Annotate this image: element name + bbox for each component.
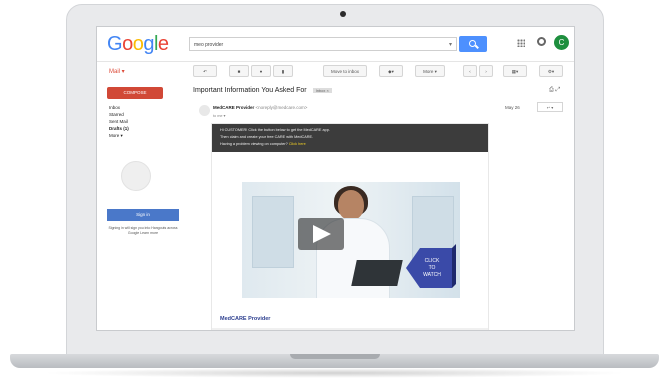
doctor-laptop (351, 260, 403, 286)
sidebar-item-more[interactable]: More ▾ (109, 133, 123, 139)
logo-letter: G (107, 33, 123, 55)
brand-footer: MedCARE Provider (220, 316, 271, 322)
notifications-icon[interactable] (537, 37, 546, 46)
laptop-screen: Google meo provider ▾ C Mail ▾ ↶ ■ ● ▮ M… (96, 26, 575, 331)
chevron-down-icon[interactable]: ▾ (449, 38, 452, 52)
next-button[interactable]: › (479, 65, 493, 77)
search-value: meo provider (194, 42, 224, 48)
avatar[interactable]: C (554, 35, 569, 50)
hangouts-avatar (121, 161, 151, 191)
cta-label: WATCH (423, 272, 441, 278)
sidebar-item-sent[interactable]: Sent Mail (109, 119, 128, 124)
email-body: Hi CUSTOMER! Click the button below to g… (211, 123, 489, 330)
logo-letter: g (143, 33, 154, 55)
sender-line: MedCARE Provider <noreply@medcare.com> (213, 105, 307, 110)
camera-icon (340, 11, 346, 17)
doctor-face (338, 190, 364, 220)
email-banner: Hi CUSTOMER! Click the button below to g… (212, 124, 488, 152)
google-logo[interactable]: Google (107, 33, 169, 56)
logo-letter: e (157, 33, 169, 55)
move-to-inbox-button[interactable]: Move to inbox (323, 65, 367, 77)
reply-button[interactable]: ↩ ▾ (537, 102, 563, 112)
sender-avatar (199, 105, 210, 116)
delete-button[interactable]: ● (251, 65, 271, 77)
search-button[interactable] (459, 36, 487, 52)
play-icon (313, 225, 331, 243)
signin-button[interactable]: Sign in (107, 209, 179, 221)
print-icon[interactable]: ⎙ ⤢ (549, 87, 560, 94)
sidebar-item-drafts[interactable]: Drafts (1) (109, 126, 129, 131)
banner-line: Then claim and create your free CARE wit… (220, 135, 314, 139)
cta-label: CLICK (425, 258, 440, 264)
email-subject: Important Information You Asked For Inbo… (193, 87, 332, 94)
prev-button[interactable]: ‹ (463, 65, 477, 77)
settings-button[interactable]: ⚙▾ (539, 65, 563, 77)
compose-button[interactable]: COMPOSE (107, 87, 163, 99)
sidebar: COMPOSE Inbox Starred Sent Mail Drafts (… (97, 83, 187, 330)
recipient-dropdown[interactable]: to me ▾ (213, 113, 225, 118)
mail-dropdown[interactable]: Mail ▾ (109, 68, 125, 75)
logo-letter: o (132, 33, 144, 55)
background-window (252, 196, 294, 268)
banner-line: Having a problem viewing on computer? Cl… (220, 142, 306, 146)
labels-button[interactable]: ◆▾ (379, 65, 403, 77)
sidebar-item-inbox[interactable]: Inbox (109, 105, 120, 110)
view-button[interactable]: ▦▾ (503, 65, 527, 77)
apps-grid-icon[interactable] (517, 39, 525, 47)
sender-name: MedCARE Provider (213, 105, 255, 110)
more-button[interactable]: More ▾ (415, 65, 445, 77)
search-input[interactable]: meo provider ▾ (189, 37, 457, 51)
banner-line: Hi CUSTOMER! Click the button below to g… (220, 128, 330, 132)
cta-label: TO (429, 265, 436, 271)
sidebar-item-starred[interactable]: Starred (109, 112, 124, 117)
divider (212, 328, 488, 330)
logo-letter: o (122, 33, 133, 55)
gmail-topbar: Google meo provider ▾ C (97, 27, 574, 62)
sender-email: <noreply@medcare.com> (255, 105, 308, 110)
click-to-watch-button[interactable]: CLICK TO WATCH (406, 242, 458, 294)
search-icon (469, 40, 476, 47)
laptop-notch (290, 354, 380, 359)
archive-button[interactable]: ↶ (193, 65, 217, 77)
spam-button[interactable]: ■ (229, 65, 249, 77)
click-here-link[interactable]: Click here (289, 142, 306, 146)
subject-text: Important Information You Asked For (193, 87, 307, 94)
email-date: May 26 (505, 105, 520, 110)
signin-note: Signing in will sign you into Hangouts a… (108, 226, 178, 235)
inbox-label[interactable]: Inbox × (312, 87, 332, 93)
move-button[interactable]: ▮ (273, 65, 293, 77)
laptop-shadow (40, 368, 629, 378)
